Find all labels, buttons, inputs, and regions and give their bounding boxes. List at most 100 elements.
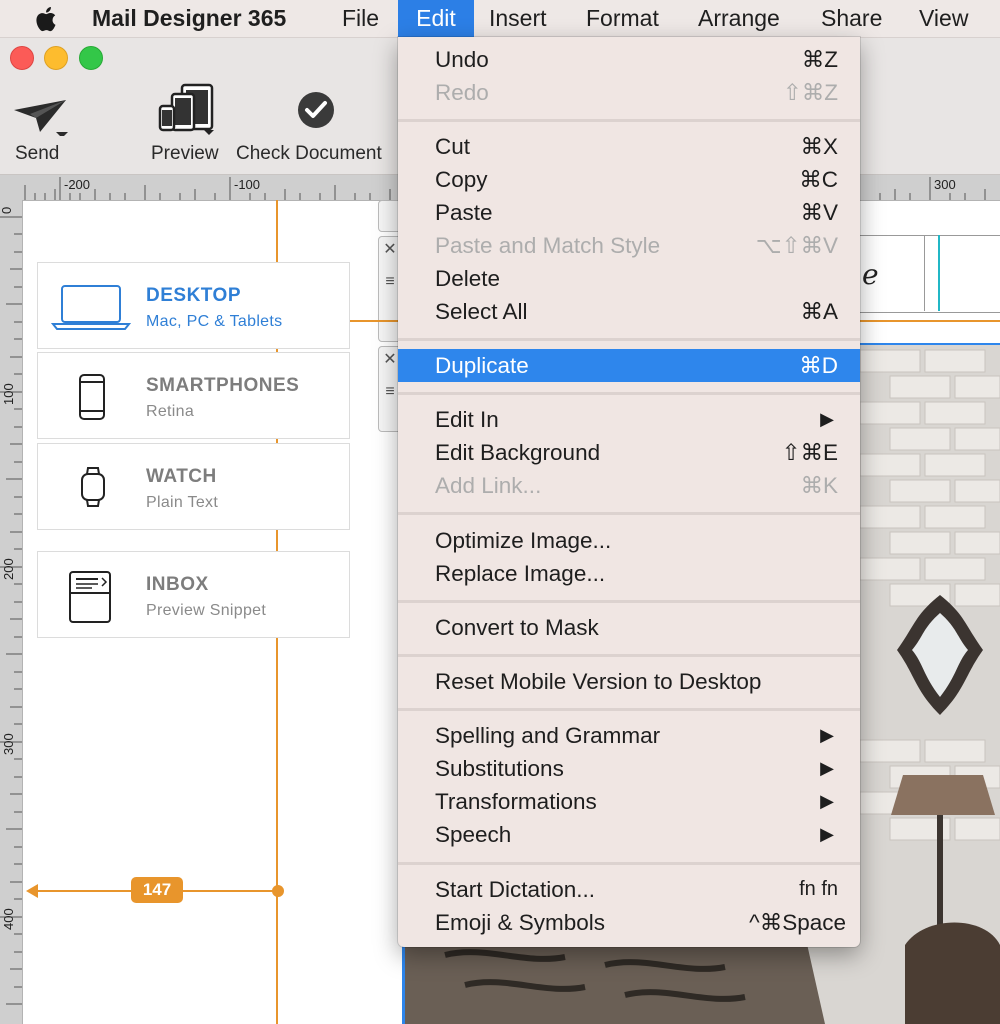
device-title: INBOX xyxy=(146,574,209,595)
menu-item-substitutions[interactable]: Substitutions ▶ xyxy=(398,752,860,785)
menu-insert[interactable]: Insert xyxy=(477,0,559,37)
menu-separator xyxy=(398,862,860,865)
ruler-label: 200 xyxy=(1,558,16,580)
zoom-window-button[interactable] xyxy=(79,46,103,70)
shortcut-label: ⌘X xyxy=(800,134,838,159)
shortcut-label: ⌘C xyxy=(799,167,838,192)
menu-view[interactable]: View xyxy=(907,0,980,37)
menu-bar: Mail Designer 365 File Edit Insert Forma… xyxy=(0,0,1000,38)
menu-separator xyxy=(398,338,860,341)
menu-item-label: Paste and Match Style xyxy=(435,233,661,258)
device-subtitle: Retina xyxy=(146,403,195,420)
device-option-smartphones[interactable]: SMARTPHONES Retina xyxy=(37,352,350,439)
inbox-icon xyxy=(69,571,111,623)
menu-item-optimize-image[interactable]: Optimize Image... xyxy=(398,524,860,557)
menu-item-paste[interactable]: Paste ⌘V xyxy=(398,196,860,229)
vertical-ruler: 0 100 200 300 400 xyxy=(0,200,23,1024)
menu-item-redo: Redo ⇧⌘Z xyxy=(398,76,860,109)
menu-item-label: Cut xyxy=(435,134,471,159)
shortcut-label: ⌘Z xyxy=(801,47,838,72)
shortcut-label: ⇧⌘Z xyxy=(782,80,838,105)
menu-item-label: Speech xyxy=(435,822,512,847)
minimize-window-button[interactable] xyxy=(44,46,68,70)
guide-handle[interactable] xyxy=(272,885,284,897)
menu-item-label: Substitutions xyxy=(435,756,564,781)
ruler-label: 0 xyxy=(0,206,14,214)
menu-file[interactable]: File xyxy=(330,0,391,37)
menu-item-label: Undo xyxy=(435,47,489,72)
ruler-ticks xyxy=(0,216,22,1005)
submenu-arrow-icon: ▶ xyxy=(820,758,834,778)
menu-item-select-all[interactable]: Select All ⌘A xyxy=(398,295,860,328)
menu-item-convert-to-mask[interactable]: Convert to Mask xyxy=(398,611,860,644)
menu-item-edit-background[interactable]: Edit Background ⇧⌘E xyxy=(398,436,860,469)
menu-item-label: Convert to Mask xyxy=(435,615,599,640)
menu-item-speech[interactable]: Speech ▶ xyxy=(398,818,860,851)
ruler-label: -200 xyxy=(64,177,91,192)
menu-item-replace-image[interactable]: Replace Image... xyxy=(398,557,860,590)
shortcut-label: fn fn xyxy=(799,878,838,900)
menu-item-copy[interactable]: Copy ⌘C xyxy=(398,163,860,196)
menu-arrange[interactable]: Arrange xyxy=(686,0,792,37)
alignment-guide xyxy=(350,320,398,322)
shortcut-label: ⌘V xyxy=(800,200,838,225)
device-title: WATCH xyxy=(146,466,217,487)
shortcut-label: ⇧⌘E xyxy=(781,440,838,465)
apple-icon[interactable] xyxy=(30,5,60,33)
menu-item-spelling-grammar[interactable]: Spelling and Grammar ▶ xyxy=(398,719,860,752)
check-document-button[interactable]: Check Document xyxy=(236,88,396,176)
menu-share[interactable]: Share xyxy=(809,0,894,37)
menu-item-label: Edit In xyxy=(435,407,499,432)
menu-separator xyxy=(398,392,860,395)
ruler-label: 400 xyxy=(1,908,16,930)
device-title: DESKTOP xyxy=(146,285,242,306)
menu-item-transformations[interactable]: Transformations ▶ xyxy=(398,785,860,818)
menu-item-cut[interactable]: Cut ⌘X xyxy=(398,130,860,163)
shortcut-label: ^⌘Space xyxy=(749,910,846,935)
menu-separator xyxy=(398,600,860,603)
menu-item-edit-in[interactable]: Edit In ▶ xyxy=(398,403,860,436)
send-label: Send xyxy=(15,143,60,164)
menu-separator xyxy=(398,708,860,711)
menu-item-duplicate[interactable]: Duplicate ⌘D xyxy=(398,349,860,382)
submenu-arrow-icon: ▶ xyxy=(820,791,834,811)
menu-item-reset-mobile[interactable]: Reset Mobile Version to Desktop xyxy=(398,665,860,698)
menu-item-start-dictation[interactable]: Start Dictation... fn fn xyxy=(398,873,860,906)
device-title: SMARTPHONES xyxy=(146,375,300,396)
menu-item-emoji-symbols[interactable]: Emoji & Symbols ^⌘Space xyxy=(398,906,860,939)
alignment-guide xyxy=(860,320,1000,322)
submenu-arrow-icon: ▶ xyxy=(820,824,834,844)
device-option-desktop[interactable]: DESKTOP Mac, PC & Tablets xyxy=(37,262,350,349)
submenu-arrow-icon: ▶ xyxy=(820,725,834,745)
menu-format[interactable]: Format xyxy=(574,0,671,37)
shortcut-label: ⌘D xyxy=(799,353,838,378)
close-window-button[interactable] xyxy=(10,46,34,70)
send-button[interactable]: Send xyxy=(6,88,72,178)
devices-icon xyxy=(158,83,214,135)
menu-item-label: Transformations xyxy=(435,789,597,814)
ruler-label: 300 xyxy=(1,733,16,755)
menu-item-label: Select All xyxy=(435,299,528,324)
paper-plane-icon xyxy=(14,100,68,136)
menu-item-undo[interactable]: Undo ⌘Z xyxy=(398,43,860,76)
menu-item-label: Reset Mobile Version to Desktop xyxy=(435,669,762,694)
menu-item-delete[interactable]: Delete xyxy=(398,262,860,295)
menu-item-label: Emoji & Symbols xyxy=(435,910,606,935)
menu-separator xyxy=(398,512,860,515)
menu-edit[interactable]: Edit xyxy=(398,0,474,37)
checkmark-circle-icon xyxy=(298,92,334,128)
menu-item-label: Copy xyxy=(435,167,488,192)
selection-line xyxy=(938,235,940,311)
edit-menu-dropdown: Undo ⌘Z Redo ⇧⌘Z Cut ⌘X Copy ⌘C Paste ⌘V… xyxy=(398,37,860,947)
header-block[interactable] xyxy=(858,235,1000,313)
app-name-menu[interactable]: Mail Designer 365 xyxy=(80,0,298,37)
menu-item-label: Start Dictation... xyxy=(435,877,596,902)
menu-item-label: Duplicate xyxy=(435,353,529,378)
menu-item-label: Paste xyxy=(435,200,493,225)
device-option-inbox[interactable]: INBOX Preview Snippet xyxy=(37,551,350,638)
preview-button[interactable]: Preview xyxy=(148,80,228,178)
menu-item-label: Optimize Image... xyxy=(435,528,612,553)
shortcut-label: ⌥⇧⌘V xyxy=(755,233,838,258)
device-option-watch[interactable]: WATCH Plain Text xyxy=(37,443,350,530)
menu-item-add-link: Add Link... ⌘K xyxy=(398,469,860,502)
